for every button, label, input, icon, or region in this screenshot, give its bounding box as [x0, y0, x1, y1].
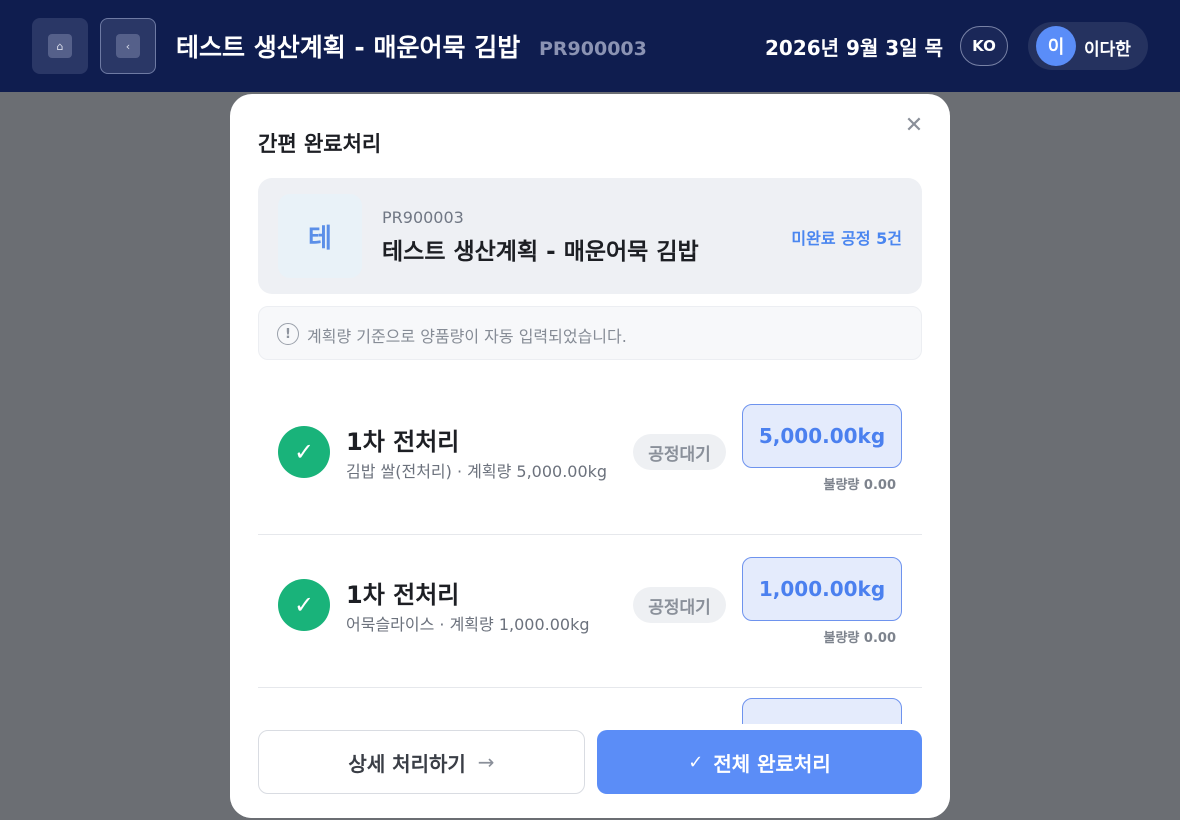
alert-circle-icon: ! — [277, 323, 299, 345]
process-item: ✓ 1차 전처리 어묵슬라이스 · 계획량 1,000.00kg 공정대기 1,… — [258, 535, 922, 688]
check-icon: ✓ — [688, 751, 704, 773]
process-item: ✓ 1차 전처리 김밥 쌀(전처리) · 계획량 5,000.00kg 공정대기… — [258, 382, 922, 535]
complete-button-label: 전체 완료처리 — [713, 751, 831, 776]
plan-summary-card: 테 PR900003 테스트 생산계획 - 매운어묵 김밥 미완료 공정 5건 — [258, 178, 922, 294]
process-item — [258, 688, 922, 724]
home-icon: ⌂ — [48, 34, 72, 58]
good-qty-input[interactable]: 5,000.00kg — [742, 404, 902, 468]
defect-qty: 불량량 0.00 — [823, 631, 896, 646]
user-menu[interactable]: 이 이다한 — [1028, 22, 1148, 70]
plan-code: PR900003 — [539, 38, 647, 60]
language-button[interactable]: KO — [960, 26, 1008, 66]
detail-button-label: 상세 처리하기 — [348, 751, 466, 776]
pending-count: 미완료 공정 5건 — [791, 229, 902, 248]
good-qty-input[interactable] — [742, 698, 902, 724]
plan-card-code: PR900003 — [382, 208, 464, 227]
process-desc: 김밥 쌀(전처리) · 계획량 5,000.00kg — [346, 462, 608, 481]
arrow-right-icon: → — [477, 750, 495, 774]
status-badge: 공정대기 — [633, 587, 726, 623]
quick-complete-modal: 간편 완료처리 ✕ 테 PR900003 테스트 생산계획 - 매운어묵 김밥 … — [230, 94, 950, 818]
avatar: 이 — [1036, 26, 1076, 66]
check-icon[interactable]: ✓ — [278, 426, 330, 478]
process-desc: 어묵슬라이스 · 계획량 1,000.00kg — [346, 615, 590, 634]
process-title: 1차 전처리 — [346, 428, 460, 456]
process-title: 1차 전처리 — [346, 581, 460, 609]
defect-qty: 불량량 0.00 — [823, 478, 896, 493]
complete-all-button[interactable]: ✓ 전체 완료처리 — [597, 730, 922, 794]
good-qty-input[interactable]: 1,000.00kg — [742, 557, 902, 621]
page-title: 테스트 생산계획 - 매운어묵 김밥 — [176, 33, 521, 62]
modal-title: 간편 완료처리 — [258, 132, 382, 156]
plan-avatar: 테 — [278, 194, 362, 278]
detail-process-button[interactable]: 상세 처리하기 → — [258, 730, 585, 794]
modal-footer: 상세 처리하기 → ✓ 전체 완료처리 — [230, 724, 950, 818]
close-icon[interactable]: ✕ — [902, 114, 926, 138]
auto-fill-notice: ! 계획량 기준으로 양품량이 자동 입력되었습니다. — [258, 306, 922, 360]
chevron-left-icon: ‹ — [116, 34, 140, 58]
check-icon[interactable]: ✓ — [278, 579, 330, 631]
process-list[interactable]: ✓ 1차 전처리 김밥 쌀(전처리) · 계획량 5,000.00kg 공정대기… — [258, 382, 922, 724]
plan-card-name: 테스트 생산계획 - 매운어묵 김밥 — [382, 239, 699, 265]
user-name: 이다한 — [1084, 40, 1131, 60]
current-date: 2026년 9월 3일 목 — [765, 36, 943, 60]
status-badge: 공정대기 — [633, 434, 726, 470]
notice-text: 계획량 기준으로 양품량이 자동 입력되었습니다. — [307, 327, 627, 346]
home-button[interactable]: ⌂ — [32, 18, 88, 74]
top-bar: ⌂ ‹ 테스트 생산계획 - 매운어묵 김밥 PR900003 2026년 9월… — [0, 0, 1180, 92]
back-button[interactable]: ‹ — [100, 18, 156, 74]
